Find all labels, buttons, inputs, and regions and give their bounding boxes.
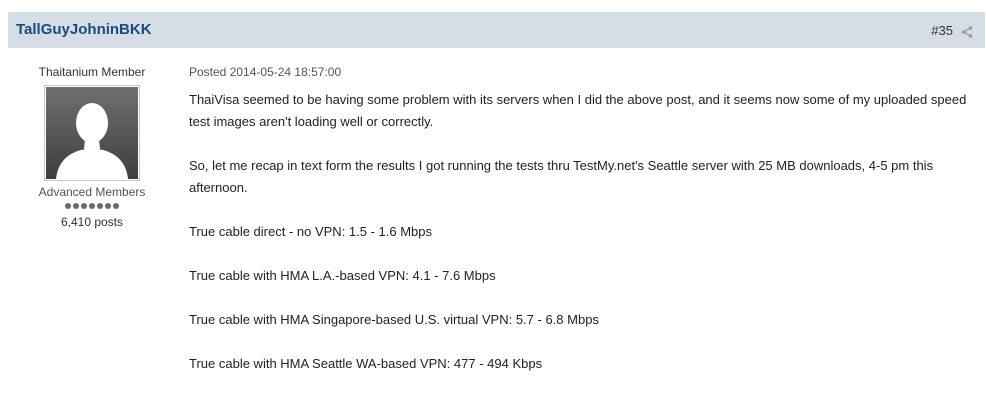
post-date: Posted 2014-05-24 18:57:00	[189, 65, 342, 79]
member-group: Advanced Members	[38, 185, 146, 199]
post-header: TallGuyJohninBKK #35	[8, 12, 985, 48]
post-paragraph: True cable direct - no VPN: 1.5 - 1.6 Mb…	[189, 224, 433, 239]
post-paragraph: So, let me recap in text form the result…	[189, 158, 934, 195]
rank-pip	[89, 203, 95, 209]
post-content: ThaiVisa seemed to be having some proble…	[189, 89, 979, 375]
author-panel: Thaitanium Member Advanced Members 6,410…	[12, 48, 172, 229]
author-name-link[interactable]: TallGuyJohninBKK	[16, 21, 152, 38]
rank-pip	[81, 203, 87, 209]
post-paragraph: True cable with HMA Seattle WA-based VPN…	[189, 356, 543, 371]
post-paragraph: ThaiVisa seemed to be having some proble…	[189, 92, 967, 129]
rank-pip	[113, 203, 119, 209]
post-paragraph: True cable with HMA L.A.-based VPN: 4.1 …	[189, 268, 496, 283]
post-paragraph: True cable with HMA Singapore-based U.S.…	[189, 312, 599, 327]
post-number-link[interactable]: #35	[931, 23, 953, 38]
share-icon[interactable]	[961, 25, 973, 38]
post-body: Posted 2014-05-24 18:57:00 ThaiVisa seem…	[189, 64, 979, 397]
post-count: 6,410 posts	[60, 215, 124, 229]
rank-pip	[65, 203, 71, 209]
rank-pip	[73, 203, 79, 209]
rank-pip	[105, 203, 111, 209]
rank-pip	[97, 203, 103, 209]
rank-pips	[12, 203, 172, 210]
default-avatar-icon[interactable]	[44, 85, 140, 181]
member-title: Thaitanium Member	[38, 65, 146, 79]
